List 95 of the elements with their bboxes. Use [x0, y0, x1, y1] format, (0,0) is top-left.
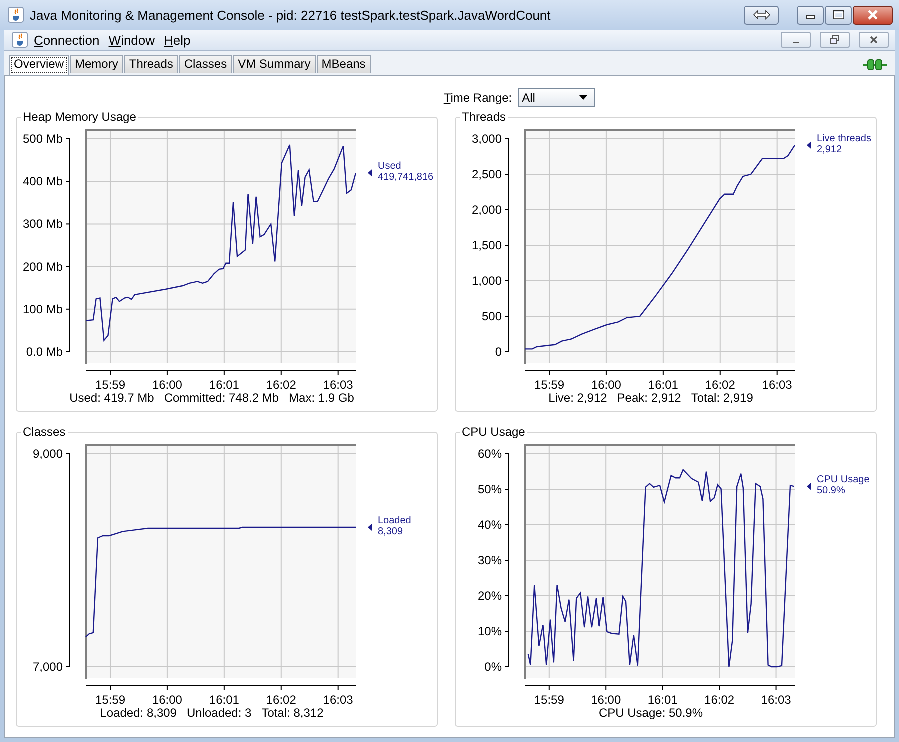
pointer-icon [807, 483, 811, 490]
stat-text: Committed: 748.2 Mb [164, 391, 280, 405]
java-cup-icon [12, 32, 28, 48]
plug-icon [863, 58, 887, 72]
window-title: Java Monitoring & Management Console - pid: 22716 testSpark.testSpark.JavaWordCount [30, 8, 551, 22]
axis-label: 16:01 [648, 693, 678, 706]
panel-title: Classes [21, 425, 68, 439]
axis-label: 500 Mb [22, 132, 63, 146]
caret-icon [579, 95, 588, 100]
axis-label: 60% [478, 447, 502, 461]
pointer-icon [368, 170, 372, 177]
close-button[interactable] [859, 32, 889, 48]
axis-label: 15:59 [95, 378, 126, 391]
close-icon [867, 10, 879, 20]
double-arrow-icon [752, 10, 770, 20]
axis-label: 40% [478, 518, 502, 532]
stat-text: Total: 2,919 [691, 391, 754, 405]
axis-label: 10% [478, 624, 502, 638]
axis-label: 2,000 [472, 203, 502, 217]
maximize-icon [832, 10, 844, 20]
legend-label: Loaded [378, 515, 412, 526]
restore-icon [830, 35, 840, 45]
minimize-button[interactable] [797, 6, 824, 24]
axis-label: 7,000 [32, 660, 63, 674]
axis-label: 16:02 [704, 693, 735, 706]
axis-label: 1,500 [472, 238, 502, 252]
tab[interactable]: VM Summary [233, 55, 316, 73]
legend-label: Used [378, 161, 402, 172]
close-button[interactable] [853, 6, 893, 24]
panel-title: Heap Memory Usage [21, 110, 138, 124]
axis-label: 16:00 [152, 693, 182, 706]
stat-text: Max: 1.9 Gb [289, 391, 354, 405]
legend-value: 419,741,816 [378, 172, 434, 184]
stat-text: Unloaded: 3 [186, 706, 252, 720]
axis-label: 15:59 [534, 378, 564, 391]
close-icon [869, 35, 879, 45]
axis-label: 0 [495, 345, 502, 359]
maximize-button[interactable] [825, 6, 852, 24]
restore-button[interactable] [820, 32, 850, 48]
axis-label: 16:00 [591, 693, 622, 706]
tab[interactable]: Overview [9, 55, 70, 75]
time-range-label: Time Range: [444, 90, 512, 104]
axis-label: 15:59 [95, 693, 126, 706]
axis-label: 300 Mb [22, 217, 63, 232]
legend-label: Live threads [817, 133, 872, 144]
axis-label: 16:02 [705, 378, 736, 391]
axis-label: 20% [478, 589, 502, 603]
axis-label: 500 [482, 310, 502, 324]
stat-text: Total: 8,312 [262, 706, 324, 720]
axis-label: 1,000 [472, 274, 502, 288]
axis-label: 16:03 [761, 693, 792, 706]
axis-label: 16:00 [591, 378, 622, 391]
axis-label: 16:00 [152, 378, 182, 391]
axis-label: 16:01 [209, 378, 240, 391]
axis-label: 100 Mb [22, 302, 63, 316]
axis-label: 0.0 Mb [26, 345, 63, 359]
legend-label: CPU Usage [817, 474, 870, 486]
tab[interactable]: MBeans [316, 55, 371, 73]
tab[interactable]: Memory [70, 55, 124, 73]
axis-label: 16:01 [648, 378, 678, 391]
axis-label: 2,500 [472, 168, 502, 182]
stat-text: CPU Usage: 50.9% [598, 706, 704, 720]
axis-label: 30% [478, 554, 502, 568]
axis-label: 16:03 [323, 378, 354, 391]
java-cup-icon [8, 7, 24, 23]
menu-item[interactable]: Window [108, 32, 156, 48]
stat-text: Peak: 2,912 [617, 391, 682, 405]
time-range-dropdown[interactable]: All [518, 88, 596, 107]
axis-label: 0% [484, 660, 502, 674]
legend-value: 8,309 [378, 526, 404, 538]
legend-value: 2,912 [817, 144, 842, 156]
menu-item[interactable]: Connection [34, 32, 100, 48]
axis-label: 15:59 [534, 693, 564, 706]
legend-value: 50.9% [817, 486, 846, 497]
panel-title: CPU Usage [460, 425, 528, 439]
switch-button[interactable] [744, 6, 779, 24]
stat-text: Used: 419.7 Mb [70, 391, 154, 405]
axis-label: 200 Mb [22, 260, 63, 274]
pointer-icon [368, 524, 372, 531]
axis-label: 16:02 [266, 693, 296, 706]
stat-text: Live: 2,912 [548, 391, 608, 405]
axis-label: 9,000 [32, 447, 63, 461]
axis-label: 16:03 [762, 378, 792, 391]
axis-label: 16:03 [323, 693, 354, 706]
axis-label: 50% [478, 482, 502, 496]
menu-item[interactable]: Help [164, 32, 191, 48]
tab[interactable]: Threads [124, 55, 178, 73]
pointer-icon [807, 142, 811, 149]
axis-label: 400 Mb [22, 174, 63, 189]
panel-title: Threads [460, 110, 508, 124]
axis-label: 16:02 [266, 378, 296, 391]
stat-text: Loaded: 8,309 [100, 706, 177, 720]
axis-label: 3,000 [472, 132, 502, 146]
tab[interactable]: Classes [179, 55, 232, 73]
axis-label: 16:01 [209, 693, 240, 706]
